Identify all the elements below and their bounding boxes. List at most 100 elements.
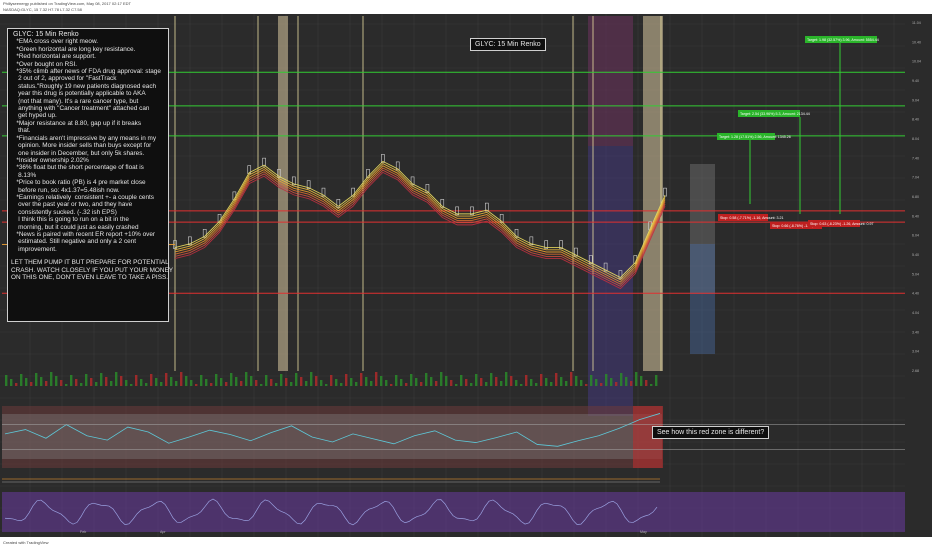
volume-bar [160, 382, 163, 386]
price-tick: 6.40 [912, 214, 919, 218]
volume-bar [440, 372, 443, 386]
note-line: (not that many). It's a rare cancer type… [11, 97, 139, 105]
volume-bar [340, 383, 343, 386]
note-line: *Over bought on RSI. [11, 60, 78, 68]
note-line: *Green horizontal are long key resistanc… [11, 45, 136, 53]
note-line: *Financials aren't impressive by any mea… [11, 134, 157, 142]
volume-bar [385, 380, 388, 386]
volume-bar [75, 379, 78, 386]
volume-bar [50, 372, 53, 386]
volume-bar [5, 375, 8, 386]
price-tick: 8.04 [912, 137, 919, 141]
chart-title-label: GLYC: 15 Min Renko [470, 38, 546, 51]
volume-bar [205, 379, 208, 386]
note-line: 2 out of 2, approved for "FastTrack [11, 75, 117, 83]
volume-bar [375, 372, 378, 386]
volume-bar [590, 375, 593, 386]
target-label: Target: 1.98 (32.57%) 3.96, Amount: 5554… [807, 38, 879, 42]
volume-bar [595, 379, 598, 386]
volume-bar [510, 376, 513, 386]
publish-header: Phillyseenergy published on TradingView.… [0, 0, 932, 14]
volume-bar [360, 373, 363, 386]
note-line: that. [11, 127, 31, 135]
note-line: *Major resistance at 8.80, gap up if it … [11, 119, 142, 127]
volume-bar [430, 377, 433, 386]
note-line: one insider in December, but only 5k sha… [11, 149, 145, 157]
volume-bar [25, 378, 28, 386]
note-line: anything with "Cancer treatment" attache… [11, 105, 150, 113]
volume-bar [260, 384, 263, 386]
volume-bar [560, 377, 563, 386]
volume-bar [580, 380, 583, 386]
volume-bar [390, 384, 393, 386]
renko-brick [663, 187, 667, 197]
time-tick: May [640, 530, 647, 534]
volume-bar [185, 376, 188, 386]
highlight-column [278, 16, 288, 371]
note-lines: *EMA cross over right meow. *Green horiz… [11, 38, 165, 253]
volume-bar [155, 378, 158, 386]
note-line: improvement. [11, 245, 57, 253]
price-tick: 6.80 [912, 195, 919, 199]
volume-bar [570, 372, 573, 386]
volume-bar [485, 382, 488, 386]
volume-bar [265, 375, 268, 386]
volume-bar [605, 374, 608, 386]
volume-bar [175, 381, 178, 386]
volume-bar [190, 380, 193, 386]
volume-bar [425, 373, 428, 386]
volume-bar [275, 383, 278, 386]
volume-bar [215, 374, 218, 386]
volume-bar [345, 374, 348, 386]
volume-bar [335, 379, 338, 386]
note-line: *Insider ownership 2.02% [11, 156, 89, 164]
volume-bar [165, 373, 168, 386]
volume-bar [445, 376, 448, 386]
volume-bar [635, 372, 638, 386]
volume-bar [105, 377, 108, 386]
note-line: 8.13% [11, 171, 37, 179]
price-tick: 9.40 [912, 79, 919, 83]
price-tick: 9.04 [912, 98, 919, 102]
volume-bar [620, 373, 623, 386]
volume-bar [565, 381, 568, 386]
volume-bar [210, 383, 213, 386]
footer: Created with TradingView [0, 537, 932, 550]
volume-bar [480, 378, 483, 386]
volume-bar [495, 377, 498, 386]
volume-bar [35, 373, 38, 386]
volume-bar [80, 383, 83, 386]
volume-bar [100, 373, 103, 386]
volume-bar [20, 374, 23, 386]
volume-bar [545, 378, 548, 386]
note-line: *36% float but the short percentage of f… [11, 164, 144, 172]
volume-bar [395, 375, 398, 386]
volume-bar [555, 373, 558, 386]
red-zone-callout: See how this red zone is different? [652, 426, 770, 439]
volume-bar [610, 378, 613, 386]
volume-bar [295, 373, 298, 386]
volume-bar [300, 377, 303, 386]
volume-bar [655, 375, 658, 386]
note-line: over the past year or two, and they have [11, 201, 133, 209]
volume-bar [280, 374, 283, 386]
volume-bar [550, 382, 553, 386]
price-tick: 7.04 [912, 176, 919, 180]
stop-label: Stop: 0.58 (-7.71%) -1.16, Amount: 3.21 [720, 216, 784, 220]
volume-bar [125, 380, 128, 386]
time-tick: Feb [80, 530, 86, 534]
volume-bar [315, 376, 318, 386]
volume-bar [220, 378, 223, 386]
volume-bar [450, 380, 453, 386]
volume-bar [525, 375, 528, 386]
volume-bar [310, 372, 313, 386]
target-label: Target: 1.28 (17.51%) 2.56, Amount: 1345… [719, 135, 791, 139]
volume-bar [505, 372, 508, 386]
volume-bar [255, 380, 258, 386]
volume-bar [110, 381, 113, 386]
volume-bar [285, 378, 288, 386]
volume-bar [520, 384, 523, 386]
price-tick: 2.68 [912, 369, 919, 373]
volume-bar [120, 376, 123, 386]
price-tick: 5.40 [912, 253, 919, 257]
